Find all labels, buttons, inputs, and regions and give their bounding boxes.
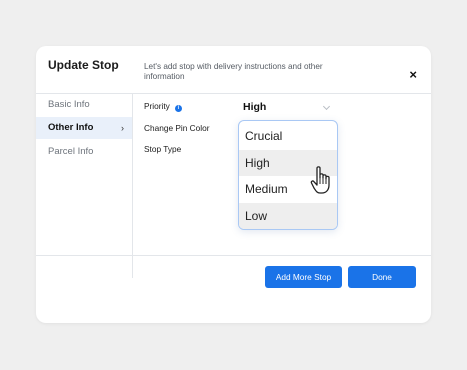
pin-color-label: Change Pin Color — [144, 123, 210, 133]
priority-select[interactable]: High — [243, 101, 266, 113]
sidebar-item-other-info[interactable]: Other Info › — [36, 117, 132, 139]
sidebar-item-parcel-info[interactable]: Parcel Info — [36, 141, 132, 163]
modal-title: Update Stop — [48, 58, 119, 72]
modal-subtitle: Let's add stop with delivery instruction… — [144, 62, 323, 81]
hand-pointer-icon — [310, 166, 330, 194]
footer-divider — [36, 255, 431, 256]
dropdown-option-low[interactable]: Low — [239, 202, 337, 229]
chevron-right-icon: › — [121, 123, 124, 133]
info-icon[interactable]: i — [174, 105, 182, 112]
sidebar-item-label: Other Info — [48, 122, 94, 133]
chevron-down-icon[interactable] — [322, 102, 331, 111]
add-more-stop-button[interactable]: Add More Stop — [265, 266, 342, 288]
close-icon[interactable]: × — [409, 68, 417, 81]
stop-type-label: Stop Type — [144, 144, 182, 154]
sidebar-divider — [132, 93, 133, 278]
sidebar-item-label: Parcel Info — [48, 146, 94, 157]
sidebar-item-basic-info[interactable]: Basic Info — [36, 94, 132, 116]
priority-label: Priority i — [144, 101, 182, 112]
dropdown-option-crucial[interactable]: Crucial — [239, 123, 337, 150]
sidebar-item-label: Basic Info — [48, 99, 90, 110]
done-button[interactable]: Done — [348, 266, 416, 288]
update-stop-modal: Update Stop Let's add stop with delivery… — [36, 46, 431, 323]
